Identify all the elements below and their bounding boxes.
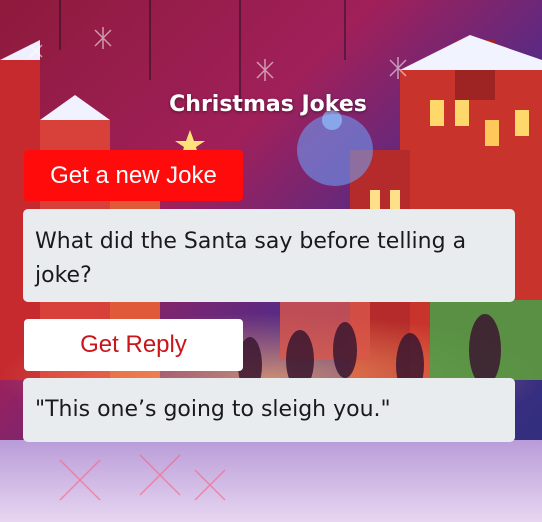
joke-answer-text: "This one’s going to sleigh you." [35,397,391,422]
get-new-joke-button[interactable]: Get a new Joke [24,150,243,201]
page-title: Christmas Jokes [169,92,367,117]
get-reply-button[interactable]: Get Reply [24,319,243,371]
joke-question-box: What did the Santa say before telling a … [23,209,515,302]
joke-answer-box: "This one’s going to sleigh you." [23,378,515,442]
joke-question-text: What did the Santa say before telling a … [35,229,467,288]
